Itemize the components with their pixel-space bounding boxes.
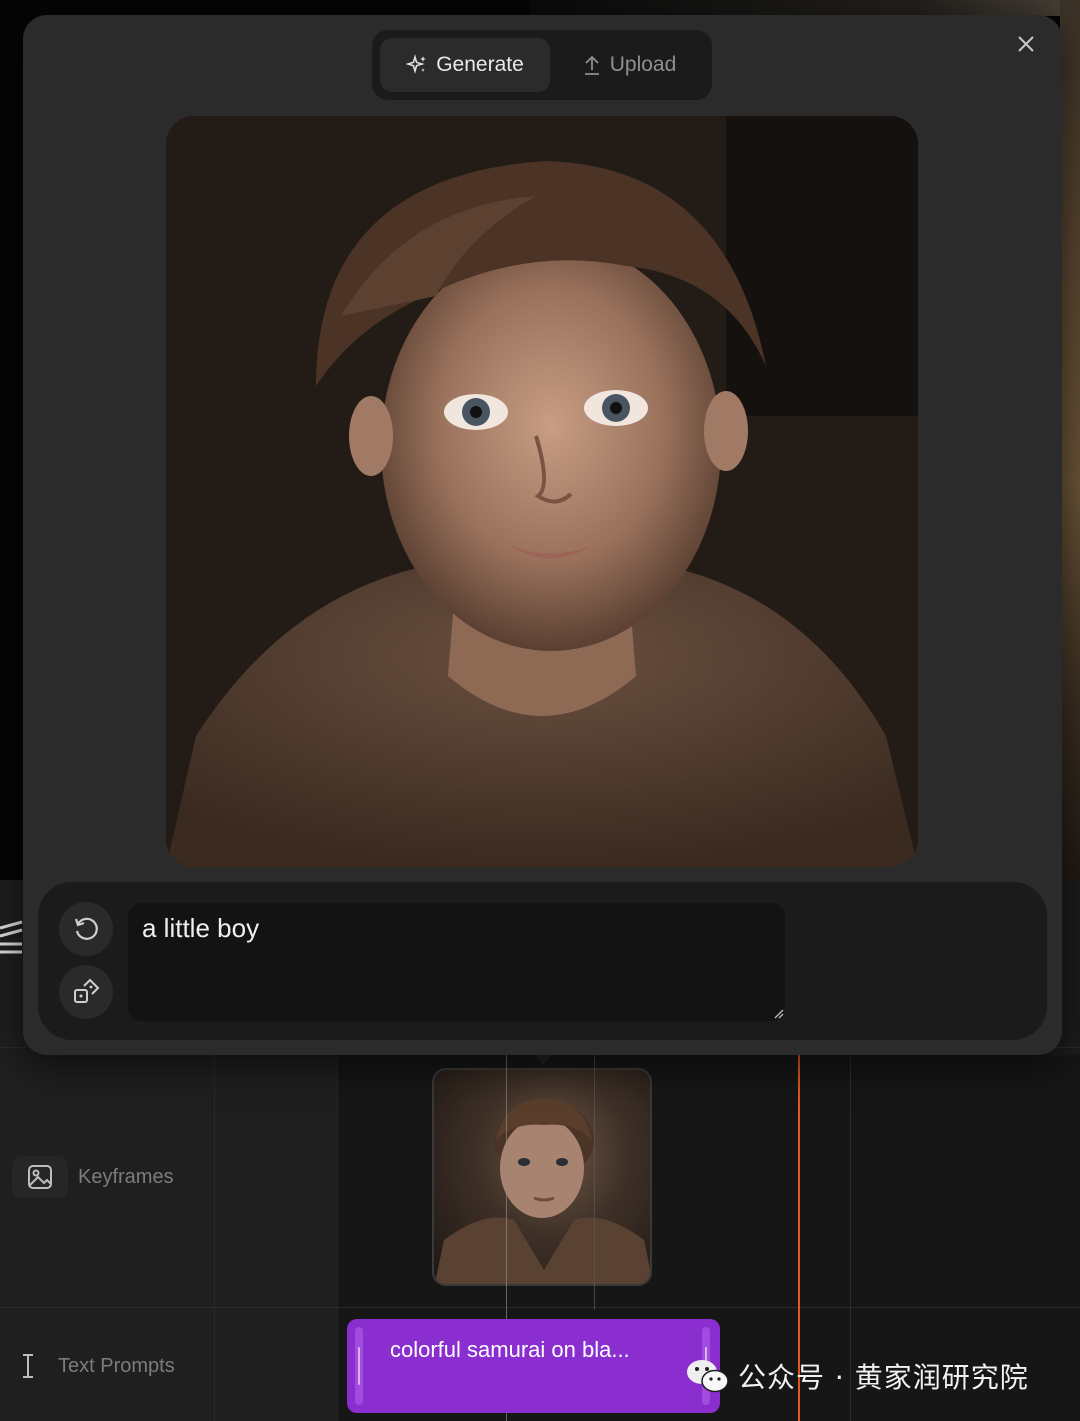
random-prompt-button[interactable] <box>59 965 113 1019</box>
app-canvas: Keyframes Text Prompts colorful samurai … <box>0 0 1080 1421</box>
tab-generate[interactable]: Generate <box>380 38 550 92</box>
generated-image-preview <box>166 116 918 867</box>
track-label-text: Text Prompts <box>58 1354 175 1377</box>
dice-icon <box>74 978 100 1003</box>
text-prompt-clip[interactable]: colorful samurai on bla... <box>347 1319 720 1413</box>
sparkle-icon <box>406 54 427 74</box>
clip-text: colorful samurai on bla... <box>390 1337 630 1362</box>
track-label-text: Keyframes <box>78 1165 174 1188</box>
close-icon <box>1018 36 1034 52</box>
prompt-input[interactable]: a little boy <box>128 903 785 1021</box>
wechat-icon <box>687 1360 729 1393</box>
tab-label: Upload <box>609 53 677 76</box>
watermark: 公众号 · 黄家润研究院 <box>686 1356 1029 1396</box>
text-cursor-icon <box>8 1345 48 1387</box>
tab-upload[interactable]: Upload <box>554 38 704 92</box>
background-image-edge-right <box>1060 0 1080 880</box>
keyframe-thumbnail[interactable] <box>432 1068 652 1286</box>
resize-grip-icon[interactable] <box>772 1007 784 1019</box>
scrub-guide <box>594 1055 595 1310</box>
background-image-edge <box>530 0 1080 16</box>
clapperboard-icon[interactable] <box>0 916 24 960</box>
track-label-keyframes[interactable]: Keyframes <box>12 1156 174 1198</box>
clip-handle-left[interactable] <box>355 1327 363 1405</box>
timeline-divider <box>0 1307 1080 1308</box>
mode-tabs: Generate Upload <box>372 30 712 100</box>
refresh-icon <box>74 917 98 940</box>
image-icon <box>12 1156 68 1198</box>
watermark-text: 公众号 · 黄家润研究院 <box>738 1361 1029 1394</box>
reset-button[interactable] <box>59 902 113 956</box>
track-label-text-prompts[interactable]: Text Prompts <box>8 1345 175 1387</box>
tab-label: Generate <box>436 53 524 76</box>
upload-icon <box>584 55 599 75</box>
close-button[interactable] <box>1010 28 1042 60</box>
